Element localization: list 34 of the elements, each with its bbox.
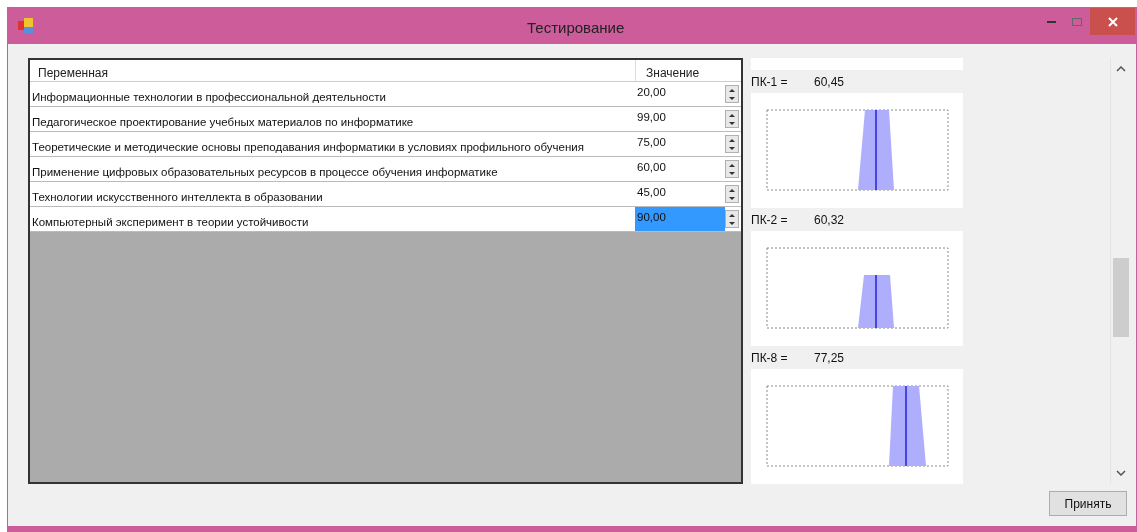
variable-cell-text: Технологии искусственного интеллекта в образовании xyxy=(31,190,324,205)
accept-button[interactable]: Принять xyxy=(1049,491,1127,516)
result-label: ПК-1 = xyxy=(751,73,789,91)
spin-buttons[interactable] xyxy=(725,160,739,178)
column-header[interactable]: Значение xyxy=(635,60,741,81)
app-icon xyxy=(18,17,34,34)
variable-cell-text: Применение цифровых образовательных ресурсов в процессе обучения информатике xyxy=(31,165,499,180)
value-cell[interactable]: 90,00 xyxy=(635,207,725,231)
value-cell[interactable]: 45,00 xyxy=(635,182,725,206)
spin-buttons[interactable] xyxy=(725,85,739,103)
scroll-thumb[interactable] xyxy=(1112,258,1129,337)
value-cell[interactable]: 99,00 xyxy=(635,107,725,131)
close-icon xyxy=(1107,16,1118,27)
result-value: 60,45 xyxy=(814,73,845,91)
variable-cell-text: Теоретические и методические основы преподавания информатики в условиях профильного обучения xyxy=(31,140,585,155)
result-value: 60,32 xyxy=(814,211,845,229)
close-button[interactable] xyxy=(1090,8,1135,35)
spin-buttons[interactable] xyxy=(725,210,739,228)
variable-cell-text: Педагогическое проектирование учебных материалов по информатике xyxy=(31,115,415,130)
result-label: ПК-2 = xyxy=(751,211,789,229)
window-title: Тестирование xyxy=(527,18,625,38)
value-cell[interactable]: 20,00 xyxy=(635,82,725,106)
value-cell[interactable]: 60,00 xyxy=(635,157,725,181)
spin-buttons[interactable] xyxy=(725,110,739,128)
column-header[interactable]: Переменная xyxy=(30,60,635,81)
spin-buttons[interactable] xyxy=(725,185,739,203)
result-label: ПК-8 = xyxy=(751,349,789,367)
scroll-down-icon[interactable] xyxy=(1115,470,1126,476)
variable-cell-text: Компьютерный эксперимент в теории устойчивости xyxy=(31,215,310,230)
result-value: 77,25 xyxy=(814,349,845,367)
variable-cell-text: Информационные технологии в профессиональной деятельности xyxy=(31,90,387,105)
scroll-up-icon[interactable] xyxy=(1115,66,1126,72)
spin-buttons[interactable] xyxy=(725,135,739,153)
value-cell[interactable]: 75,00 xyxy=(635,132,725,156)
